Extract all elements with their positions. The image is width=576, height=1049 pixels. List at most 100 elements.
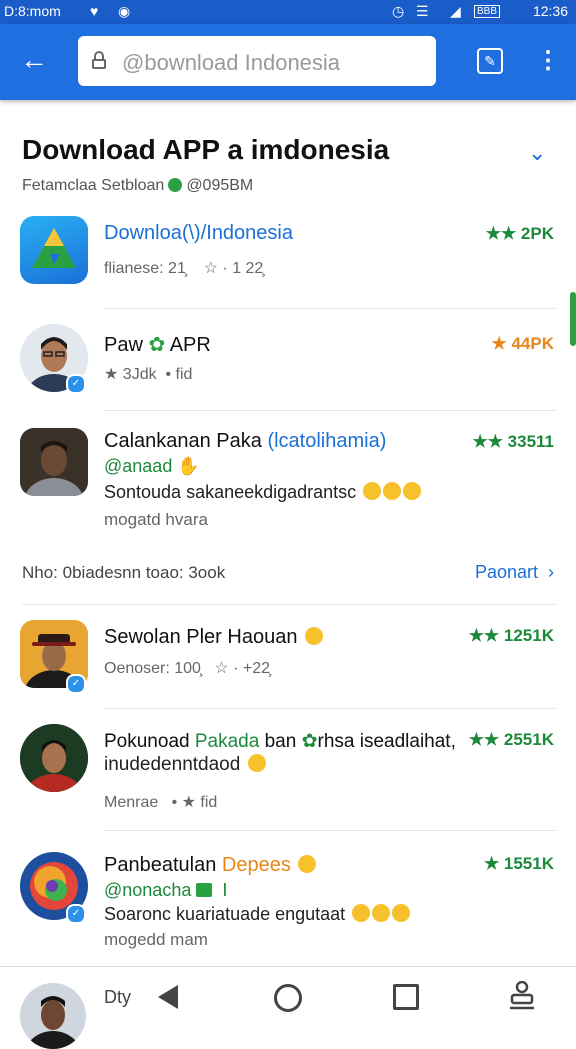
emoji-icon — [247, 754, 266, 772]
avatar[interactable] — [20, 983, 86, 1049]
meta-left: flianese: 21̧ — [104, 260, 186, 277]
section-label: Nho: 0biadesnn toao: 3ook — [22, 563, 226, 582]
handle-text: @nonacha — [104, 880, 192, 900]
heart-icon: ♥ — [90, 3, 99, 19]
chevron-right-icon: › — [543, 562, 554, 582]
item-line2: inudedenntdaod — [104, 754, 266, 776]
item-name: Calankanan Paka (lcatolihamia) — [104, 430, 386, 453]
name-orange: Depees — [221, 854, 291, 876]
divider — [104, 410, 556, 411]
list-item[interactable]: Downloa(\)/Indonesia flianese: 21̧ ☆ · 1… — [0, 212, 576, 308]
item-name: Sewolan Pler Haouan — [104, 626, 324, 649]
battery-icon: BBB — [474, 5, 501, 18]
item-name: Paw ✿ APR — [104, 332, 211, 357]
item-name: Downloa(\)/Indonesia — [104, 222, 293, 244]
chevron-down-icon[interactable]: ⌄ — [528, 140, 546, 166]
item-description: Soaronc kuariatuade engutaat — [104, 904, 411, 925]
meta-right: ☆ · +22̧ — [214, 660, 270, 677]
emoji-icon — [352, 904, 371, 922]
divider — [104, 708, 556, 709]
item-rating: ★ 44PK — [491, 334, 555, 353]
name-text: Sewolan Pler Haouan — [104, 626, 298, 648]
bar-icon: I — [217, 880, 228, 900]
item-rating: ★★ 33511 — [472, 432, 554, 451]
edit-icon[interactable]: ✎ — [477, 48, 503, 74]
emoji-icon — [392, 904, 411, 922]
nav-recents-icon[interactable] — [393, 984, 419, 1010]
item-name: Panbeatulan Depees — [104, 854, 317, 877]
divider — [104, 830, 556, 831]
section-link-text: Paonart — [474, 562, 538, 582]
emoji-icon — [383, 482, 402, 500]
verified-badge-icon: ✓ — [66, 904, 86, 924]
emoji-icon — [298, 855, 317, 873]
nav-home-icon[interactable] — [274, 984, 302, 1012]
item-rating: ★★ 1251K — [468, 626, 554, 645]
item-description-2: mogedd mam — [104, 930, 208, 949]
nav-back-icon[interactable] — [158, 985, 178, 1009]
status-time-left: D:8:mom — [4, 3, 61, 19]
name-paren: (lcatolihamia) — [267, 430, 387, 452]
emoji-icon — [403, 482, 422, 500]
list-item[interactable]: ✓ Sewolan Pler Haouan Oenoser: 100̧ ☆ · … — [0, 612, 576, 708]
item-description-2: mogatd hvara — [104, 510, 208, 529]
desc-text: Sontouda sakaneekdigadrantsc — [104, 482, 357, 502]
handle-text: @anaad — [104, 456, 173, 476]
avatar — [20, 724, 88, 792]
name-tail: ban — [264, 731, 297, 752]
emoji-icon — [363, 482, 382, 500]
desc-text: Soaronc kuariatuade engutaat — [104, 904, 346, 924]
list-item[interactable]: ✓ Paw ✿ APR ★ 3Jdk • fid ★ 44PK — [0, 316, 576, 412]
url-text: @bownload Indonesia — [122, 50, 341, 75]
page-title: Download APP a imdonesia — [22, 134, 390, 165]
page-subtitle: Fetamclaa Setbloan @095BM — [22, 177, 253, 195]
status-time-right: 12:36 — [532, 3, 568, 19]
name-tail2: rhsa iseadlaihat, — [317, 731, 456, 752]
bottom-nav-bar: Dty — [0, 966, 576, 1049]
subtitle-right: @095BM — [186, 177, 254, 194]
name-text: Pokunoad — [104, 731, 190, 752]
name-text: Calankanan Paka — [104, 430, 262, 452]
section-link[interactable]: Paonart › — [475, 562, 554, 583]
list-item[interactable]: Calankanan Paka (lcatolihamia) @anaad ✋ … — [0, 420, 576, 540]
item-name: Pokunoad Pakada ban ✿rhsa iseadlaihat, — [104, 730, 456, 753]
item-meta: Oenoser: 100̧ ☆ · +22̧ — [104, 658, 270, 678]
meta-left: Menrae — [104, 794, 159, 811]
back-arrow-icon[interactable]: ← — [18, 44, 50, 76]
alarm-icon: ◷ — [392, 3, 405, 19]
meta-left: Oenoser: 100̧ — [104, 660, 201, 677]
list-item[interactable]: ✓ Panbeatulan Depees @nonacha I Soaronc … — [0, 846, 576, 958]
list-item[interactable]: Pokunoad Pakada ban ✿rhsa iseadlaihat, i… — [0, 718, 576, 828]
leaf-icon: ✿ — [148, 334, 166, 356]
name-green: Pakada — [194, 731, 260, 752]
item-description: Sontouda sakaneekdigadrantsc — [104, 482, 422, 503]
badge-icon — [196, 883, 213, 897]
emoji-icon — [372, 904, 391, 922]
verified-badge-icon: ✓ — [66, 374, 86, 394]
meta-right: • ★ fid — [171, 794, 218, 811]
verified-badge-icon: ✓ — [66, 674, 86, 694]
subtitle-left: Fetamclaa Setbloan — [22, 177, 165, 194]
item-meta: ★ 3Jdk • fid — [104, 364, 192, 384]
notification-icon: ◉ — [118, 3, 131, 19]
signal-icon: ◢ — [450, 3, 461, 19]
wifi-icon: ☰ — [416, 3, 429, 19]
lock-icon — [92, 51, 106, 69]
item-rating: ★★ 2PK — [485, 224, 554, 243]
url-bar[interactable]: @bownload Indonesia — [78, 36, 436, 86]
name-text: Panbeatulan — [104, 854, 217, 876]
avatar — [20, 428, 88, 496]
more-vert-icon[interactable]: ⋮ — [536, 46, 560, 76]
verified-dot-icon — [168, 178, 183, 192]
item-rating: ★ 1551K — [483, 854, 554, 873]
item-rating: ★★ 2551K — [468, 730, 554, 749]
hand-icon: ✋ — [177, 456, 200, 476]
item-handle: @nonacha I — [104, 880, 227, 901]
app-logo — [20, 216, 88, 284]
divider — [22, 604, 556, 605]
divider — [104, 308, 556, 309]
name-text: Paw — [104, 334, 143, 356]
accessibility-icon[interactable] — [508, 980, 536, 1011]
line2-text: inudedenntdaod — [104, 754, 241, 775]
item-handle: @anaad ✋ — [104, 456, 200, 477]
